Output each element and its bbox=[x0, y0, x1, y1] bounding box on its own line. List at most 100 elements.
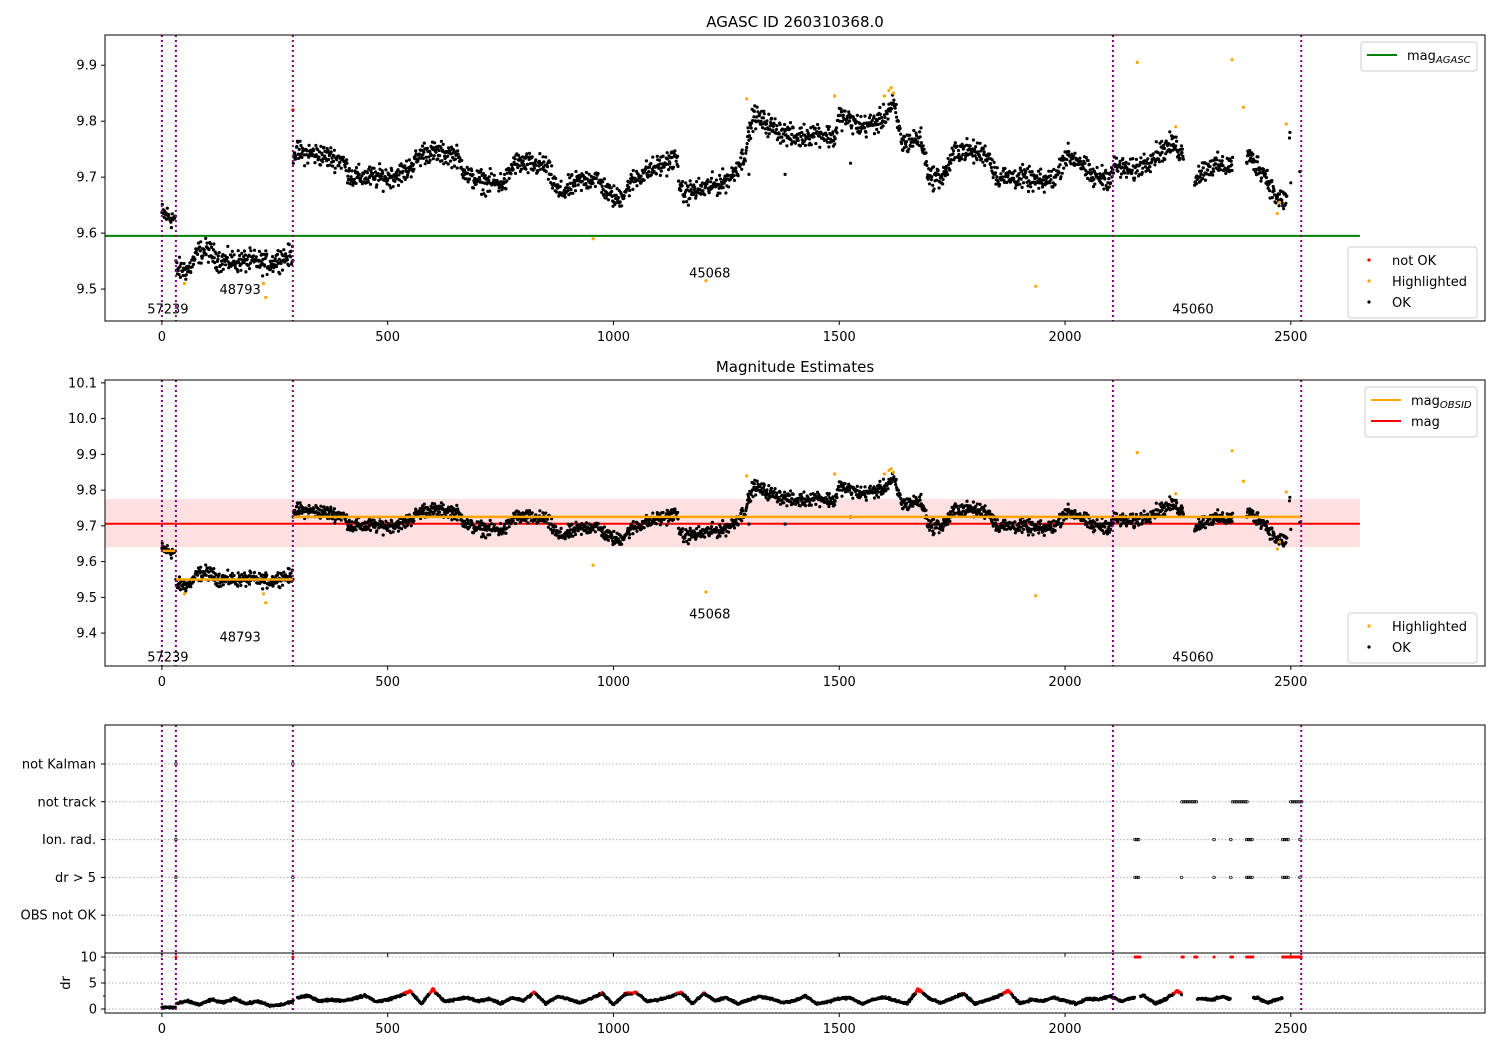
ok-point bbox=[1231, 169, 1234, 172]
ok-point bbox=[1073, 152, 1076, 155]
ok-point bbox=[433, 141, 436, 144]
ok-point bbox=[569, 188, 572, 191]
ok-point bbox=[533, 167, 536, 170]
ok-point bbox=[1195, 182, 1198, 185]
ok-point bbox=[777, 136, 780, 139]
ok-point bbox=[340, 167, 343, 170]
ok-point bbox=[1260, 176, 1263, 179]
ok-point bbox=[345, 520, 348, 523]
ok-point bbox=[946, 173, 949, 176]
ok-point bbox=[631, 188, 634, 191]
ok-point bbox=[1256, 160, 1259, 163]
ok-point bbox=[766, 135, 769, 138]
ok-point bbox=[243, 249, 246, 252]
ok-point bbox=[774, 487, 777, 490]
ok-point bbox=[560, 527, 563, 530]
ok-point bbox=[570, 173, 573, 176]
ok-point bbox=[610, 186, 613, 189]
ok-point bbox=[1062, 167, 1065, 170]
ok-point bbox=[1123, 522, 1126, 525]
highlighted-point bbox=[1276, 548, 1279, 551]
ok-point bbox=[706, 526, 709, 529]
ok-point bbox=[792, 493, 795, 496]
ok-point bbox=[480, 168, 483, 171]
ok-point bbox=[992, 176, 995, 179]
ok-point bbox=[610, 533, 613, 536]
ok-point bbox=[827, 505, 830, 508]
ok-point bbox=[886, 487, 889, 490]
ok-point bbox=[864, 496, 867, 499]
ok-point bbox=[828, 125, 831, 128]
ok-point bbox=[1083, 162, 1086, 165]
ok-point bbox=[1180, 144, 1183, 147]
ok-point bbox=[1118, 163, 1121, 166]
ok-point bbox=[510, 164, 513, 167]
ok-point bbox=[1180, 151, 1183, 154]
highlighted-point bbox=[890, 467, 893, 470]
ok-point bbox=[555, 190, 558, 193]
ok-point bbox=[979, 503, 982, 506]
ok-point bbox=[722, 531, 725, 534]
ok-point bbox=[449, 160, 452, 163]
ok-point bbox=[783, 491, 786, 494]
ok-point bbox=[512, 519, 515, 522]
ok-point bbox=[419, 164, 422, 167]
ok-point bbox=[739, 156, 742, 159]
ok-point bbox=[1039, 172, 1042, 175]
ok-point bbox=[724, 191, 727, 194]
ok-point bbox=[1067, 142, 1070, 145]
ok-point bbox=[317, 156, 320, 159]
ok-point bbox=[734, 166, 737, 169]
ok-point bbox=[493, 523, 496, 526]
ok-point bbox=[1072, 155, 1075, 158]
ok-point bbox=[454, 158, 457, 161]
ok-point bbox=[1102, 187, 1105, 190]
highlighted-point bbox=[262, 282, 265, 285]
ok-point bbox=[924, 151, 927, 154]
ok-point bbox=[248, 267, 251, 270]
ok-point bbox=[745, 146, 748, 149]
ok-point bbox=[1231, 512, 1234, 515]
ok-point bbox=[1215, 158, 1218, 161]
ok-point bbox=[489, 167, 492, 170]
ok-point bbox=[933, 532, 936, 535]
ok-point bbox=[1121, 512, 1124, 515]
ok-point bbox=[996, 518, 999, 521]
ok-point bbox=[1168, 130, 1171, 133]
ok-point bbox=[490, 172, 493, 175]
ok-point bbox=[763, 112, 766, 115]
y-tick-label: 9.9 bbox=[76, 59, 97, 74]
ok-point bbox=[571, 192, 574, 195]
ok-point bbox=[645, 159, 648, 162]
ok-point bbox=[1174, 144, 1177, 147]
ok-point bbox=[1288, 136, 1291, 139]
ok-point bbox=[531, 155, 534, 158]
highlighted-point bbox=[592, 564, 595, 567]
ok-point bbox=[271, 260, 274, 263]
ok-point bbox=[899, 497, 902, 500]
ok-point bbox=[282, 571, 285, 574]
ok-point bbox=[833, 503, 836, 506]
ok-point bbox=[1161, 151, 1164, 154]
ok-point bbox=[876, 119, 879, 122]
ok-point bbox=[938, 186, 941, 189]
ok-point bbox=[1181, 155, 1184, 158]
ok-point bbox=[455, 504, 458, 507]
ok-point bbox=[1249, 157, 1252, 160]
ok-point bbox=[1096, 166, 1099, 169]
ok-point bbox=[911, 145, 914, 148]
ok-point bbox=[1115, 512, 1118, 515]
ok-point bbox=[878, 480, 881, 483]
ok-point bbox=[851, 497, 854, 500]
ok-point bbox=[1135, 513, 1138, 516]
ok-point bbox=[434, 151, 437, 154]
ok-point bbox=[424, 162, 427, 165]
ok-point bbox=[1085, 156, 1088, 159]
ok-point bbox=[554, 525, 557, 528]
ok-point bbox=[635, 530, 638, 533]
ok-point bbox=[1259, 180, 1262, 183]
ok-point bbox=[810, 504, 813, 507]
ok-point bbox=[392, 185, 395, 188]
ok-point bbox=[497, 189, 500, 192]
ok-point bbox=[1230, 160, 1233, 163]
